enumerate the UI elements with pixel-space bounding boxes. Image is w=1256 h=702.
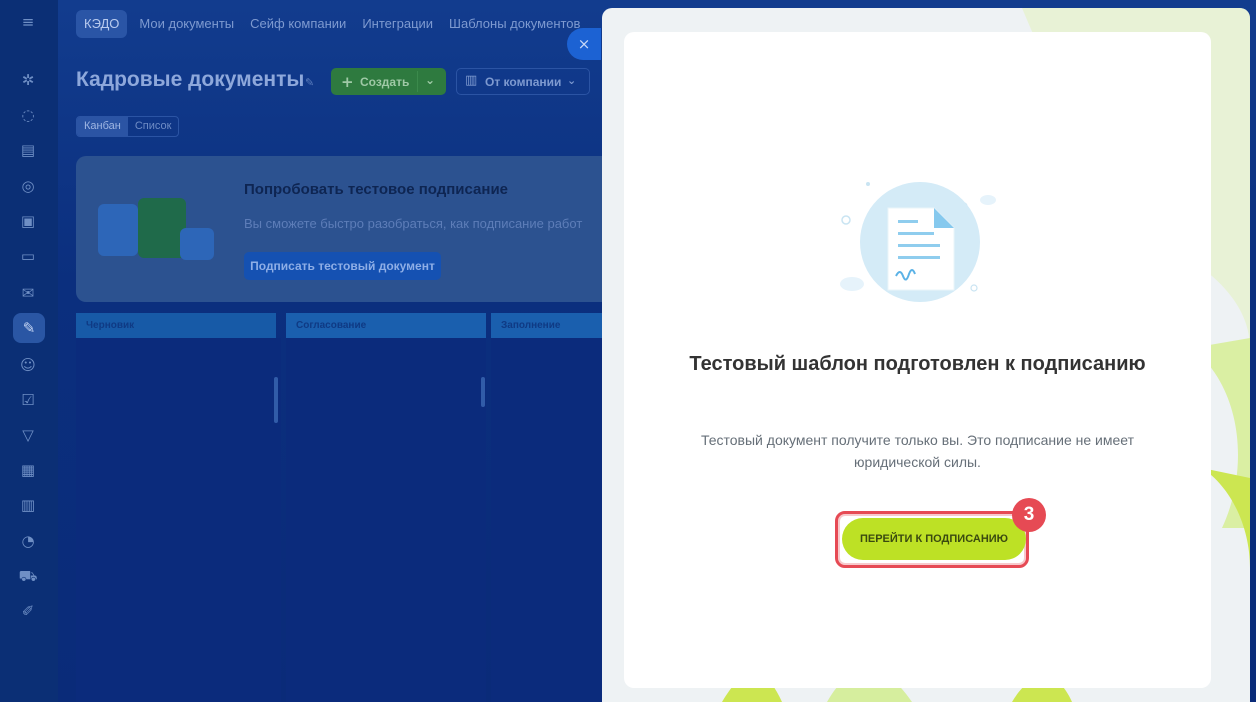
comments-icon[interactable]: ◌ [18,105,38,125]
page-title: Кадровые документы [76,68,305,91]
mail-icon[interactable]: ✉ [18,283,38,303]
calendar-icon[interactable]: ▣ [18,211,38,231]
tab-integrations[interactable]: Интеграции [354,10,441,38]
kanban-column-header[interactable]: Согласование [286,313,486,338]
chevron-down-icon: ⌄ [567,74,577,87]
analytics-icon[interactable]: ◔ [18,531,38,551]
card-icon[interactable]: ▭ [18,246,38,266]
tasks-icon[interactable]: ☑ [18,390,38,410]
building-icon: ▥ [465,73,478,88]
sign-test-document-button[interactable]: Подписать тестовый документ [244,252,441,280]
company-filter-label: От компании [485,75,562,89]
document-sign-icon[interactable]: ✎ [13,313,45,343]
kanban-column [286,338,486,702]
create-button-divider [417,71,418,92]
kanban-column [491,338,602,702]
column-scrollbar[interactable] [481,377,485,407]
view-list[interactable]: Список [128,117,179,136]
column-scrollbar[interactable] [274,377,278,423]
modal-title: Тестовый шаблон подготовлен к подписанию [689,353,1146,375]
pencil-icon[interactable]: ✎ [305,76,314,89]
promo-banner: Попробовать тестовое подписание Вы сможе… [76,156,616,302]
view-switch: Канбан Список [76,116,180,137]
tab-company-safe[interactable]: Сейф компании [242,10,354,38]
filter-icon[interactable]: ▽ [18,425,38,445]
company-filter-button[interactable]: ▥ От компании ⌄ [456,68,590,95]
edit-icon[interactable]: ✐ [18,601,38,621]
menu-icon[interactable]: ≡ [18,12,38,32]
kanban-column-header[interactable]: Черновик [76,313,276,338]
step-badge: 3 [1012,498,1046,532]
kanban-column-header[interactable]: Заполнение [491,313,602,338]
tab-document-templates[interactable]: Шаблоны документов [441,10,588,38]
plus-icon: + [341,73,354,91]
create-button-label: Создать [360,75,410,89]
storage-icon[interactable]: ▥ [18,495,38,515]
promo-text: Вы сможете быстро разобраться, как подпи… [244,216,583,231]
promo-title: Попробовать тестовое подписание [244,181,509,198]
user-icon[interactable]: ☺ [18,355,38,375]
tab-my-documents[interactable]: Мои документы [131,10,242,38]
view-kanban[interactable]: Канбан [77,117,128,136]
create-button[interactable]: + Создать ⌄ [331,68,446,95]
top-navigation: КЭДО Мои документы Сейф компании Интегра… [76,10,588,38]
side-panel: Тестовый шаблон подготовлен к подписанию… [602,8,1250,702]
close-icon[interactable]: × [567,28,601,60]
kanban-column [76,338,281,702]
feed-icon[interactable]: ▤ [18,140,38,160]
document-illustration-icon [840,182,996,302]
chat-icon[interactable]: ✲ [18,70,38,90]
go-to-signing-button[interactable]: ПЕРЕЙТИ К ПОДПИСАНИЮ [842,518,1026,560]
cart-icon[interactable]: ⛟ [18,566,38,586]
schedule-icon[interactable]: ▦ [18,460,38,480]
chevron-down-icon[interactable]: ⌄ [425,73,435,87]
modal-card: Тестовый шаблон подготовлен к подписанию… [624,32,1211,688]
left-rail: ≡ ✲ ◌ ▤ ◎ ▣ ▭ ✉ ✎ ☺ ☑ ▽ ▦ ▥ ◔ ⛟ ✐ [0,0,58,702]
modal-description: Тестовый документ получите только вы. Эт… [700,432,1135,470]
settings-icon[interactable]: ◎ [18,176,38,196]
tab-kedo[interactable]: КЭДО [76,10,128,38]
